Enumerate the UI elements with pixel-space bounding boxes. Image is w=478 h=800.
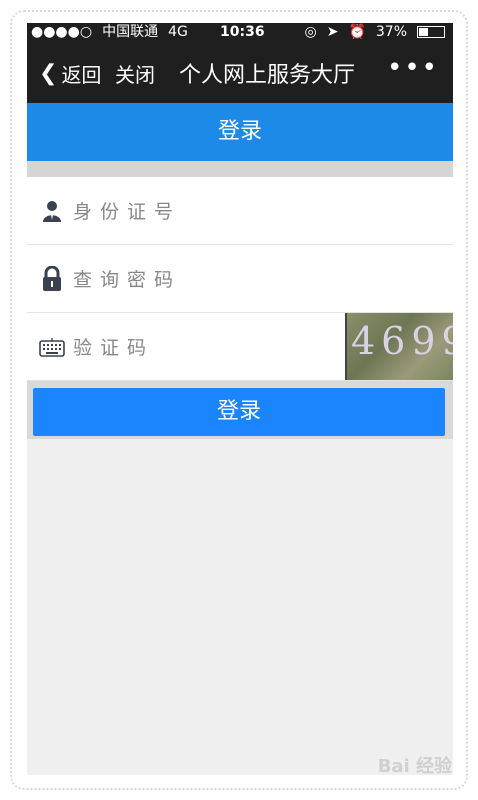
empty-content bbox=[27, 439, 453, 775]
keyboard-icon bbox=[39, 334, 65, 360]
location-icon: ➤ bbox=[326, 24, 339, 40]
battery-percent: 37% bbox=[375, 24, 407, 40]
id-number-placeholder: 身份证号 bbox=[73, 201, 182, 223]
password-placeholder: 查询密码 bbox=[73, 269, 182, 291]
more-menu-button[interactable]: ••• bbox=[387, 53, 439, 83]
battery-icon bbox=[417, 26, 445, 38]
chevron-left-icon: ❮ bbox=[39, 61, 58, 86]
button-area: 登录 bbox=[27, 381, 453, 439]
id-number-field[interactable]: 身份证号 bbox=[27, 177, 453, 245]
lock-rotation-icon: ◎ bbox=[304, 24, 317, 40]
login-header: 登录 bbox=[27, 103, 453, 161]
status-time: 10:36 bbox=[220, 24, 265, 40]
close-button[interactable]: 关闭 bbox=[115, 59, 155, 88]
lock-icon bbox=[39, 265, 65, 292]
page-title: 个人网上服务大厅 bbox=[179, 63, 356, 88]
network-type: 4G bbox=[168, 24, 188, 40]
user-icon bbox=[39, 198, 65, 224]
login-form: 身份证号 查询密码 验证码 4699 bbox=[27, 177, 453, 381]
captcha-field[interactable]: 验证码 4699 bbox=[27, 313, 453, 381]
baidu-watermark: Bai 经验 bbox=[377, 756, 452, 777]
alarm-icon: ⏰ bbox=[348, 24, 366, 40]
captcha-image[interactable]: 4699 bbox=[345, 313, 453, 380]
divider bbox=[27, 161, 453, 177]
back-button[interactable]: ❮ 返回 bbox=[39, 59, 101, 88]
carrier-name: 中国联通 bbox=[102, 24, 159, 40]
password-field[interactable]: 查询密码 bbox=[27, 245, 453, 313]
navigation-bar: ❮ 返回 关闭 个人网上服务大厅 ••• bbox=[27, 41, 453, 103]
phone-screen: ●●●●○ 中国联通 4G 10:36 ◎ ➤ ⏰ 37% ❮ 返回 关闭 个人… bbox=[27, 23, 453, 775]
signal-dots: ●●●●○ bbox=[31, 24, 93, 40]
back-label: 返回 bbox=[61, 63, 102, 87]
captcha-code: 4699 bbox=[351, 319, 453, 363]
login-button[interactable]: 登录 bbox=[33, 388, 445, 436]
captcha-placeholder: 验证码 bbox=[73, 337, 155, 359]
status-bar: ●●●●○ 中国联通 4G 10:36 ◎ ➤ ⏰ 37% bbox=[27, 23, 453, 41]
